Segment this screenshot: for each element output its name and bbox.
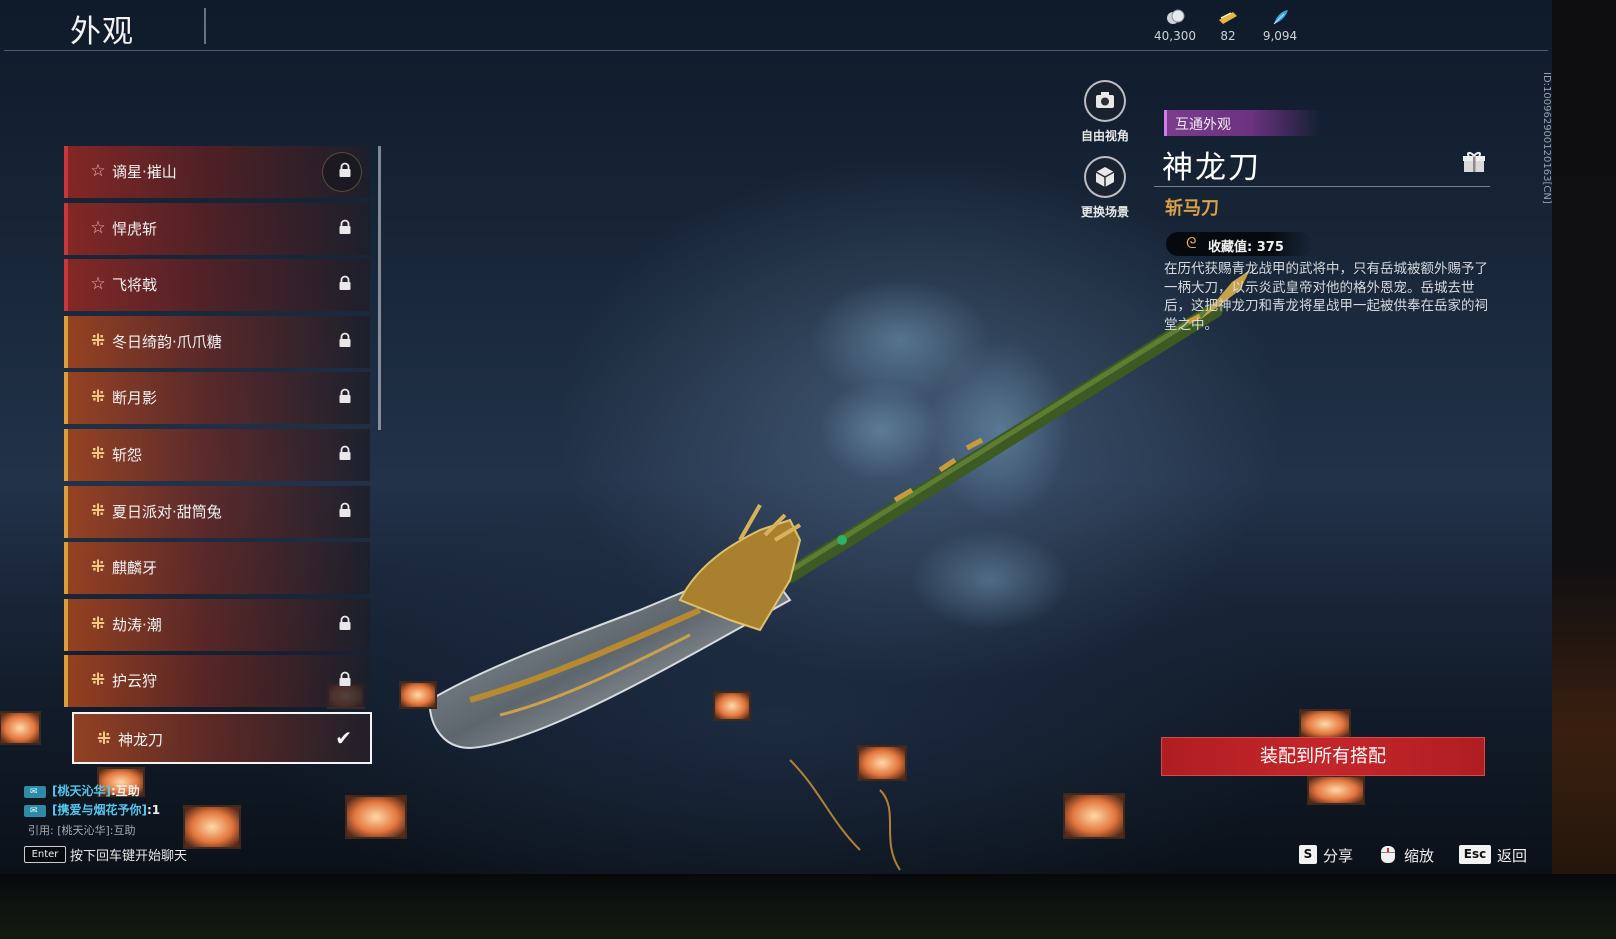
chat-channel-icon: ✉ [24, 785, 46, 798]
collection-icon: ᘓ [1186, 234, 1197, 252]
currency-ticket: 82 [1198, 8, 1258, 43]
collection-value: 收藏值: 375 [1208, 240, 1284, 255]
currency-silver: 40,300 [1145, 8, 1205, 43]
chat-box: ✉ [桃天沁华]:互助 ✉ [携爱与烟花予你]:1 [24, 782, 304, 820]
tag-label: 互通外观 [1175, 117, 1231, 133]
weapon-type: 斩马刀 [1165, 198, 1219, 219]
skin-name: 夏日派对·甜筒兔 [112, 502, 222, 521]
lock-icon [338, 219, 352, 235]
gift-icon[interactable] [1462, 150, 1486, 174]
chat-message: ✉ [携爱与烟花予你]:1 [24, 801, 304, 820]
mouse-icon [1378, 845, 1398, 864]
skin-list-item[interactable]: ☆ 飞将戟 [64, 259, 370, 312]
cross-platform-tag: 互通外观 [1164, 110, 1321, 136]
free-view-label: 自由视角 [1080, 129, 1129, 143]
skin-list-item[interactable]: ☆ 悍虎斩 [64, 202, 370, 255]
chat-start-hint[interactable]: 按下回车键开始聊天 [70, 845, 187, 864]
feather-icon [1250, 8, 1310, 28]
lock-icon [338, 671, 352, 687]
lock-icon [338, 445, 352, 461]
skin-name: 麒麟牙 [112, 559, 158, 578]
chat-text: :互助 [110, 784, 140, 798]
camera-icon [1084, 80, 1126, 122]
sparkle-icon: ⁜ [90, 670, 106, 691]
sparkle-icon: ⁜ [90, 444, 106, 464]
currency-feather: 9,094 [1250, 8, 1310, 43]
lock-icon [338, 332, 352, 348]
lock-icon [338, 388, 352, 404]
currency-silver-value: 40,300 [1154, 29, 1196, 43]
sparkle-icon: ⁜ [90, 500, 106, 521]
chat-quote: 引用: [桃天沁华]:互助 [28, 824, 136, 837]
equip-all-label: 装配到所有搭配 [1260, 746, 1386, 767]
skin-list-item[interactable]: ⁜ 护云狩 [64, 655, 370, 708]
free-view-button[interactable]: 自由视角 [1070, 80, 1140, 144]
skin-name: 飞将戟 [112, 276, 158, 295]
share-key: S [1299, 845, 1317, 864]
back-button[interactable]: 返回 [1497, 845, 1527, 866]
change-scene-label: 更换场景 [1080, 205, 1129, 219]
checkmark-icon: ✔ [335, 726, 352, 750]
zoom-hint: 缩放 [1404, 847, 1435, 865]
star-icon: ☆ [90, 217, 106, 238]
lock-icon [338, 162, 352, 178]
star-icon: ☆ [90, 161, 106, 181]
skin-name: 悍虎斩 [112, 219, 158, 238]
page-title: 外观 [70, 14, 134, 50]
skin-name: 断月影 [112, 389, 158, 408]
skin-list-item[interactable]: ⁜ 神龙刀 ✔ [72, 712, 372, 764]
skin-name: 谪星·摧山 [112, 163, 177, 181]
skin-name: 劫涛·潮 [112, 615, 162, 634]
ticket-icon [1198, 8, 1258, 28]
skin-name: 神龙刀 [118, 731, 164, 749]
scene-background: 外观 40,300 82 9,094 ☆ 谪星·摧山 ☆ 悍虎斩 ☆ 飞将戟 ⁜ 冬日绮韵·爪… [0, 0, 1552, 874]
title-separator [204, 8, 206, 44]
top-bar: 外观 40,300 82 9,094 [0, 0, 1552, 52]
currency-feather-value: 9,094 [1262, 29, 1298, 43]
esc-key: Esc [1459, 845, 1491, 864]
bottom-background [0, 874, 1616, 939]
skin-list-item[interactable]: ⁜ 麒麟牙 [64, 542, 370, 595]
sparkle-icon: ⁜ [90, 557, 106, 578]
star-icon: ☆ [90, 274, 106, 295]
cube-icon [1084, 156, 1126, 198]
skin-list-item[interactable]: ⁜ 断月影 [64, 372, 370, 425]
lock-icon [338, 275, 352, 291]
skin-name: 冬日绮韵·爪爪糖 [112, 332, 222, 351]
sparkle-icon: ⁜ [90, 387, 106, 408]
currency-ticket-value: 82 [1220, 29, 1236, 43]
skin-list-item[interactable]: ⁜ 夏日派对·甜筒兔 [64, 485, 370, 538]
enter-key-hint: Enter [24, 846, 66, 863]
skin-list-scrollbar[interactable] [378, 146, 381, 430]
player-id: ID:100962900120163[CN] [1541, 72, 1552, 204]
item-name: 神龙刀 [1162, 150, 1261, 186]
change-scene-button[interactable]: 更换场景 [1070, 156, 1140, 220]
skin-list: ☆ 谪星·摧山 ☆ 悍虎斩 ☆ 飞将戟 ⁜ 冬日绮韵·爪爪糖 ⁜ 断月影 ⁜ 斩怨 ⁜ 夏日派对·甜筒兔 ⁜… [64, 146, 374, 776]
header-divider [4, 50, 1548, 51]
collection-value-badge: ᘓ 收藏值: 375 [1166, 232, 1312, 256]
skin-list-item[interactable]: ⁜ 斩怨 [64, 429, 370, 481]
skin-list-item[interactable]: ⁜ 冬日绮韵·爪爪糖 [64, 315, 370, 368]
right-edge-background [1552, 0, 1616, 939]
name-divider [1154, 186, 1490, 187]
item-description: 在历代获赐青龙战甲的武将中，只有岳城被额外赐予了一柄大刀，以示炎武皇帝对他的格外… [1164, 261, 1488, 333]
sparkle-icon: ⁜ [96, 729, 112, 749]
lock-icon [338, 615, 352, 631]
skin-list-item[interactable]: ☆ 谪星·摧山 [64, 146, 370, 198]
share-button[interactable]: 分享 [1323, 845, 1353, 866]
silver-coin-icon [1145, 8, 1205, 28]
equip-all-button[interactable]: 装配到所有搭配 [1161, 737, 1485, 776]
lock-icon [338, 502, 352, 518]
chat-user[interactable]: [桃天沁华] [52, 784, 111, 798]
chat-message: ✉ [桃天沁华]:互助 [24, 782, 304, 801]
chat-user[interactable]: [携爱与烟花予你] [52, 803, 147, 817]
skin-name: 斩怨 [112, 446, 143, 464]
sparkle-icon: ⁜ [90, 613, 106, 634]
skin-name: 护云狩 [112, 672, 158, 691]
sparkle-icon: ⁜ [90, 330, 106, 351]
chat-channel-icon: ✉ [24, 804, 46, 817]
chat-text: :1 [146, 803, 161, 817]
skin-list-item[interactable]: ⁜ 劫涛·潮 [64, 598, 370, 651]
